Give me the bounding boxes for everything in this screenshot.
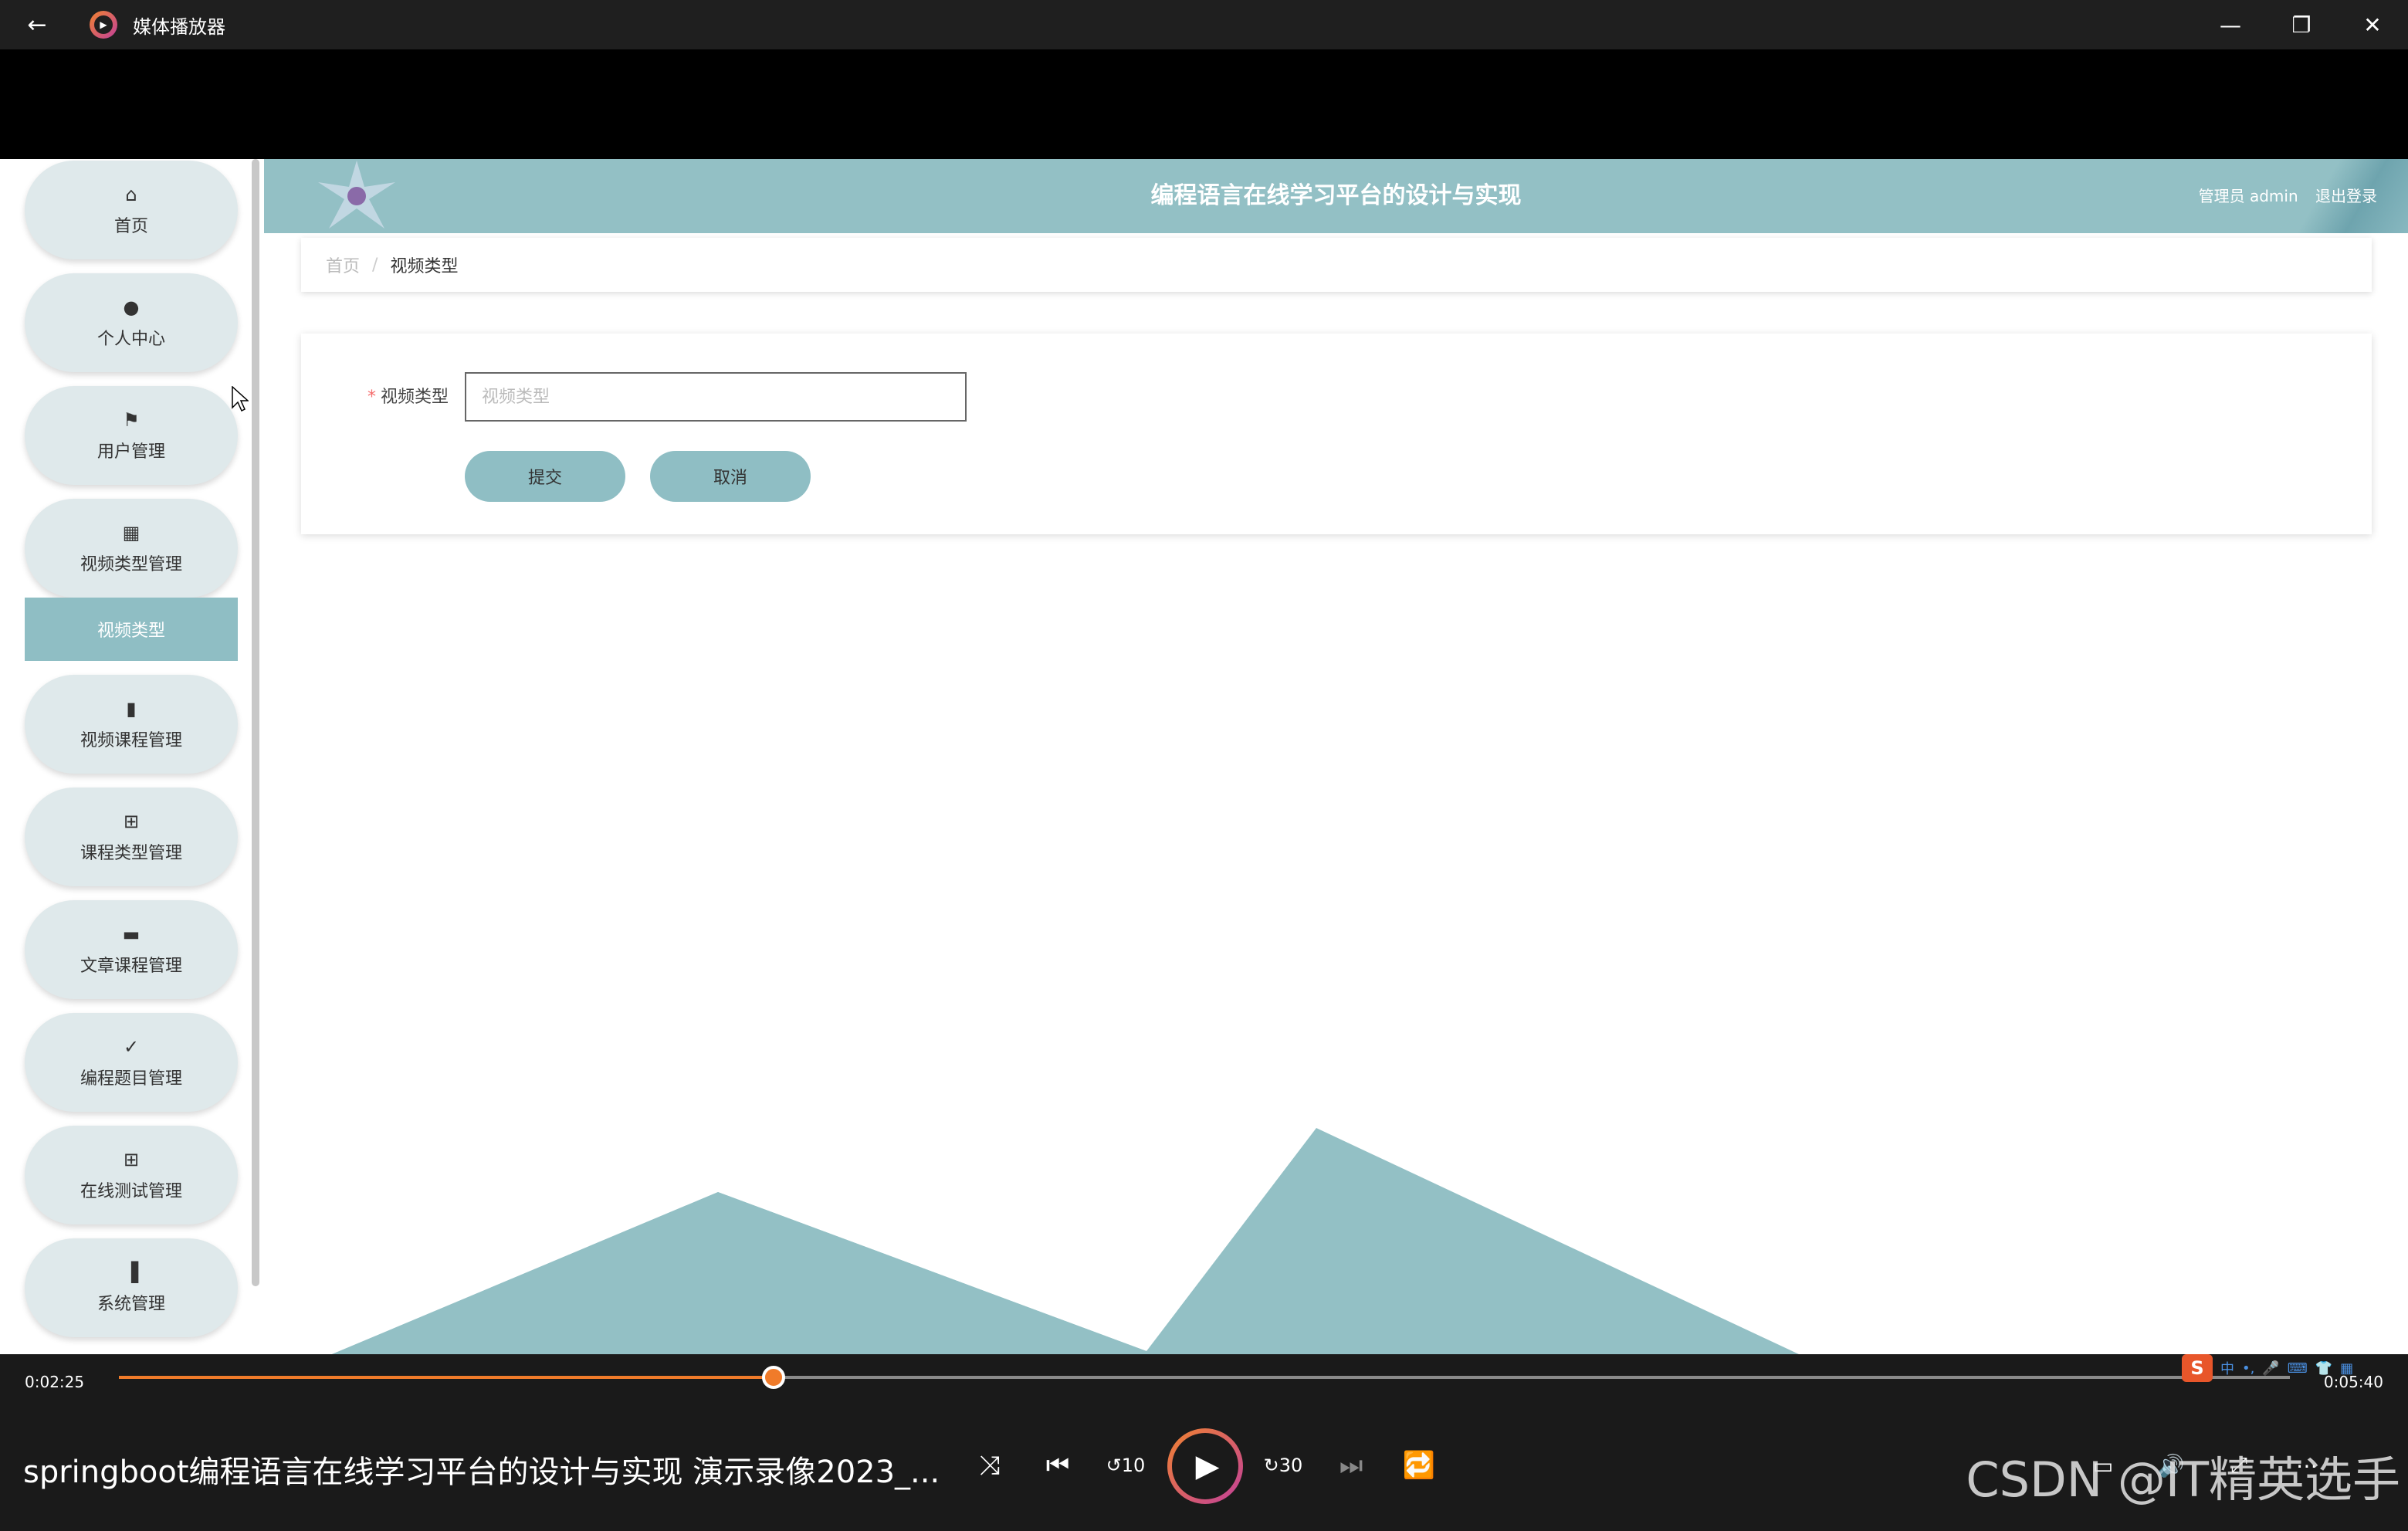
microphone-icon[interactable]: 🎤 (2262, 1360, 2279, 1377)
sidebar-item-home[interactable]: ⌂ 首页 (25, 161, 238, 259)
apps-icon: ⊞ (123, 811, 140, 832)
back-arrow-icon[interactable]: ← (0, 0, 74, 49)
sidebar-item-video-course-management[interactable]: ▮ 视频课程管理 (25, 675, 238, 774)
sidebar-item-user-management[interactable]: ⚑ 用户管理 (25, 386, 238, 485)
sidebar-item-label: 在线测试管理 (80, 1182, 182, 1201)
book-icon: ▮ (126, 698, 137, 720)
sidebar-item-label: 用户管理 (97, 442, 165, 462)
seek-bar-thumb[interactable] (761, 1366, 785, 1389)
briefcase-icon: ▬ (122, 923, 141, 945)
keyboard-icon[interactable]: ⌨ (2288, 1360, 2308, 1377)
repeat-off-icon[interactable]: 🔁 (1396, 1442, 1442, 1489)
sidebar-item-label: 视频类型管理 (80, 555, 182, 574)
sidebar-item-label: 文章课程管理 (80, 957, 182, 976)
player-titlebar: ← ▶ 媒体播放器 — ❐ ✕ (0, 0, 2408, 49)
submenu-item-video-type[interactable]: 视频类型 (25, 598, 238, 661)
breadcrumb-home-link[interactable]: 首页 (326, 252, 360, 277)
sidebar-item-system-management[interactable]: ▐ 系统管理 (25, 1238, 238, 1337)
window-controls: — ❐ ✕ (2195, 0, 2408, 49)
bar-chart-icon: ▐ (124, 1262, 139, 1283)
app-title-text: 编程语言在线学习平台的设计与实现 (1150, 182, 1522, 209)
apps-icon: ⊞ (123, 1149, 140, 1170)
sidebar-item-label: 编程题目管理 (80, 1069, 182, 1089)
sidebar-item-online-test-management[interactable]: ⊞ 在线测试管理 (25, 1126, 238, 1224)
sidebar-item-article-course-management[interactable]: ▬ 文章课程管理 (25, 900, 238, 999)
control-bar: springboot编程语言在线学习平台的设计与实现 演示录像2023_... … (0, 1401, 2408, 1531)
sidebar-item-label: 首页 (113, 217, 148, 236)
sidebar: ⌂ 首页 ● 个人中心 ⚑ 用户管理 ▦ 视频类型管理 视频类型 ▮ 视频课程管… (0, 159, 259, 1354)
progress-area: 0:02:25 0:05:40 S 中 •, 🎤 ⌨ 👕 ▦ (0, 1354, 2408, 1401)
sogou-ime-icon[interactable]: S (2182, 1354, 2213, 1382)
current-time: 0:02:25 (25, 1373, 85, 1391)
grid-icon: ▦ (122, 522, 141, 544)
required-mark: * (367, 388, 376, 407)
video-type-label-text: 视频类型 (381, 388, 449, 407)
minimize-icon[interactable]: — (2195, 0, 2266, 49)
seek-bar[interactable] (119, 1366, 2290, 1389)
video-letterbox (0, 49, 2408, 159)
user-icon: ● (123, 296, 140, 318)
skin-icon[interactable]: 👕 (2315, 1360, 2332, 1377)
ime-menu-icon[interactable]: ▦ (2340, 1360, 2353, 1377)
mountain-background-illustration (332, 1128, 1799, 1354)
video-type-input[interactable] (465, 372, 967, 422)
logout-link[interactable]: 退出登录 (2315, 187, 2377, 205)
video-type-label: * 视频类型 (367, 374, 449, 422)
clipboard-icon: ✓ (123, 1036, 140, 1058)
submit-button[interactable]: 提交 (465, 451, 625, 502)
previous-icon[interactable]: ⏮ (1035, 1442, 1081, 1489)
sidebar-item-course-type-management[interactable]: ⊞ 课程类型管理 (25, 788, 238, 886)
app-title: 媒体播放器 (133, 15, 225, 38)
sidebar-item-label: 个人中心 (97, 330, 165, 349)
home-icon: ⌂ (125, 184, 137, 205)
close-icon[interactable]: ✕ (2337, 0, 2408, 49)
rewind-10-icon[interactable]: ↺10 (1102, 1442, 1149, 1489)
cancel-button[interactable]: 取消 (650, 451, 811, 502)
media-title: springboot编程语言在线学习平台的设计与实现 演示录像2023_... (23, 1455, 940, 1490)
flag-icon: ⚑ (123, 409, 140, 431)
shuffle-icon[interactable]: ⤨ (967, 1442, 1013, 1489)
video-frame: ⌂ 首页 ● 个人中心 ⚑ 用户管理 ▦ 视频类型管理 视频类型 ▮ 视频课程管… (0, 159, 2408, 1354)
app-header: 编程语言在线学习平台的设计与实现 管理员 admin 退出登录 (264, 159, 2408, 233)
seek-bar-fill (119, 1376, 774, 1379)
sidebar-item-label: 系统管理 (97, 1295, 165, 1314)
breadcrumb-separator: / (372, 255, 378, 275)
user-label: 管理员 admin (2198, 187, 2298, 205)
sidebar-item-label: 课程类型管理 (80, 844, 182, 863)
restore-icon[interactable]: ❐ (2266, 0, 2337, 49)
mouse-cursor-icon (232, 386, 249, 412)
breadcrumb-current: 视频类型 (390, 257, 459, 276)
sidebar-item-video-type-management[interactable]: ▦ 视频类型管理 (25, 499, 238, 598)
media-player-logo-icon: ▶ (90, 11, 117, 39)
breadcrumb: 首页 / 视频类型 (301, 238, 2372, 292)
play-button[interactable]: ▶ (1167, 1428, 1243, 1504)
watermark: CSDN @IT精英选手 (1966, 1451, 2400, 1508)
forward-30-icon[interactable]: ↻30 (1260, 1442, 1306, 1489)
sidebar-item-label: 视频课程管理 (80, 731, 182, 750)
ime-mode-label[interactable]: 中 (2220, 1358, 2234, 1378)
ime-toolbar: S 中 •, 🎤 ⌨ 👕 ▦ (2182, 1354, 2353, 1382)
play-icon: ▶ (1172, 1433, 1238, 1499)
next-icon[interactable]: ⏭ (1328, 1442, 1374, 1489)
sidebar-item-personal-center[interactable]: ● 个人中心 (25, 273, 238, 372)
ime-punctuation-icon[interactable]: •, (2242, 1360, 2254, 1377)
video-type-form: * 视频类型 提交 取消 (301, 334, 2372, 534)
header-user-area: 管理员 admin 退出登录 (2186, 159, 2377, 233)
sidebar-item-programming-question-management[interactable]: ✓ 编程题目管理 (25, 1013, 238, 1112)
